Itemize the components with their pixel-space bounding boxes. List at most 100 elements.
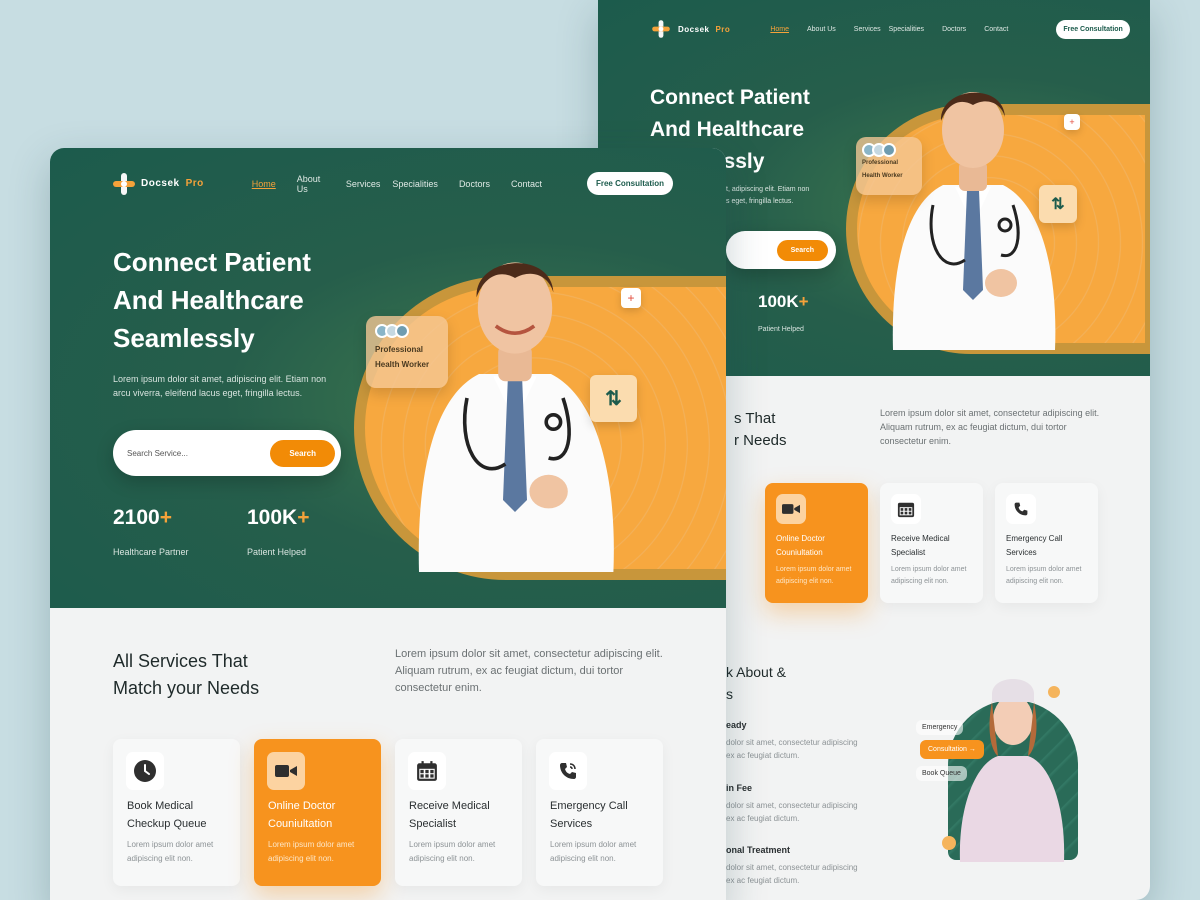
feature-title: onal Treatment [726,845,791,855]
services-title-line2: Match your Needs [113,678,260,698]
services-title: All Services That Match your Needs [113,648,259,702]
video-icon [776,494,806,524]
nav-services[interactable]: Services [346,179,381,189]
brand-suffix: Pro [185,178,204,189]
card-title: Book Medical Checkup Queue [127,800,207,830]
stat-patients-label: Patient Helped [247,547,307,557]
back-badge-line2: Health Worker [862,173,903,179]
nav-about[interactable]: About Us [807,26,836,33]
arrows-icon: ⇅ [590,375,637,422]
back-stat-suffix: + [798,292,809,311]
search-input[interactable]: Search Service... [127,449,188,458]
back-search-button[interactable]: Search [776,239,828,261]
stat-partners-number: 2100 [113,506,160,529]
decor-dot [1048,686,1060,698]
back-professional-badge: Professional Health Worker [856,137,922,195]
stat-patients-suffix: + [297,506,310,529]
service-card-checkup[interactable]: Book Medical Checkup Queue Lorem ipsum do… [113,739,240,886]
back-badge-line1: Professional [862,160,899,166]
back-service-card-emergency[interactable]: Emergency Call Services Lorem ipsum dolor… [995,483,1098,603]
menu-consultation[interactable]: Consultation → [920,740,984,759]
nav-home[interactable]: Home [770,26,789,33]
nav-specialities[interactable]: Specialities [392,179,438,189]
service-card-specialist[interactable]: Receive Medical Specialist Lorem ipsum do… [395,739,522,886]
back-navbar: Docsek Pro Home About Us Services Specia… [650,18,1130,40]
plus-icon: + [1064,114,1080,130]
card-desc: Lorem ipsum dolor amet adipiscing elit no… [268,840,355,863]
hero-title: Connect Patient And Healthcare Seamlessl… [113,247,311,353]
back-search-bar[interactable]: Search [726,231,836,269]
logo[interactable]: Docsek Pro [113,172,204,195]
service-card-emergency[interactable]: Emergency Call Services Lorem ipsum dolor… [536,739,663,886]
nurse-illustration [959,679,1065,862]
cross-logo-icon [113,172,135,195]
phone-icon [549,752,587,790]
back-card-desc: Lorem ipsum dolor amet adipiscing elit no… [891,566,967,585]
nav-doctors[interactable]: Doctors [459,179,490,189]
feature-title: in Fee [726,783,753,793]
plus-icon: + [621,288,641,308]
stat-patients-number: 100K [247,506,298,529]
calendar-icon [408,752,446,790]
brand-suffix: Pro [715,24,731,34]
menu-book-queue[interactable]: Book Queue [916,766,967,781]
back-card-title: Receive Medical Specialist [891,534,950,557]
card-desc: Lorem ipsum dolor amet adipiscing elit no… [127,840,214,863]
back-about-title-line2: s [726,686,733,702]
calendar-icon [891,494,921,524]
back-about-title: k About & s [726,661,786,705]
cross-logo-icon [652,20,670,38]
brand-name: Docsek [678,24,710,34]
free-consultation-button[interactable]: Free Consultation [586,172,673,195]
back-services-title-line2: r Needs [734,432,787,449]
avatar-group [862,143,916,157]
service-card-online[interactable]: Online Doctor Couniultation Lorem ipsum d… [254,739,381,886]
nav-home[interactable]: Home [252,179,276,189]
card-title: Emergency Call Services [550,800,628,830]
back-card-title: Emergency Call Services [1006,534,1063,557]
decor-dot [942,836,956,850]
free-consultation-button[interactable]: Free Consultation [1056,19,1130,39]
search-button[interactable]: Search [270,439,335,467]
back-stat-number: 100K [758,292,799,311]
feature-desc: dolor sit amet, consectetur adipiscing ex… [726,738,858,760]
services-title-line1: All Services That [113,651,248,671]
back-service-card-online[interactable]: Online Doctor Couniultation Lorem ipsum d… [765,483,868,603]
stat-patients-value: 100K+ [247,506,309,530]
feature-title: eady [726,720,747,730]
card-title: Online Doctor Couniultation [268,800,336,830]
nav-contact[interactable]: Contact [511,179,542,189]
video-icon [267,752,305,790]
arrows-icon: ⇅ [1039,185,1077,223]
back-service-card-specialist[interactable]: Receive Medical Specialist Lorem ipsum do… [880,483,983,603]
nav-services[interactable]: Services [854,26,881,33]
feature-desc: dolor sit amet, consectetur adipiscing ex… [726,863,858,885]
nav-specialities[interactable]: Specialities [889,26,924,33]
back-about-title-line1: k About & [726,664,786,680]
phone-icon [1006,494,1036,524]
back-services-title-line1: s That [734,410,776,427]
menu-emergency[interactable]: Emergency [916,720,964,735]
hero-description: Lorem ipsum dolor sit amet, adipiscing e… [113,374,327,398]
clock-icon [126,752,164,790]
nav-about[interactable]: About Us [297,174,325,194]
back-stat-label: Patient Helped [758,326,804,333]
card-desc: Lorem ipsum dolor amet adipiscing elit no… [409,840,496,863]
feature-desc: dolor sit amet, consectetur adipiscing ex… [726,801,858,823]
professional-badge: Professional Health Worker [366,316,448,388]
back-card-desc: Lorem ipsum dolor amet adipiscing elit no… [776,566,852,585]
stat-partners-value: 2100+ [113,506,172,530]
search-bar[interactable]: Search Service... Search [113,430,341,476]
navbar: Docsek Pro Home About Us Services Specia… [113,172,673,195]
badge-line1: Professional [375,345,424,354]
card-title: Receive Medical Specialist [409,800,490,830]
nav-doctors[interactable]: Doctors [942,26,966,33]
front-page: Docsek Pro Home About Us Services Specia… [50,148,726,900]
brand-name: Docsek [141,178,180,189]
services-description: Lorem ipsum dolor sit amet, consectetur … [395,648,663,694]
nav-contact[interactable]: Contact [984,26,1008,33]
back-logo[interactable]: Docsek Pro [650,18,730,40]
back-card-title: Online Doctor Couniultation [776,534,825,557]
stat-partners-label: Healthcare Partner [113,547,189,557]
stat-partners-suffix: + [159,506,172,529]
